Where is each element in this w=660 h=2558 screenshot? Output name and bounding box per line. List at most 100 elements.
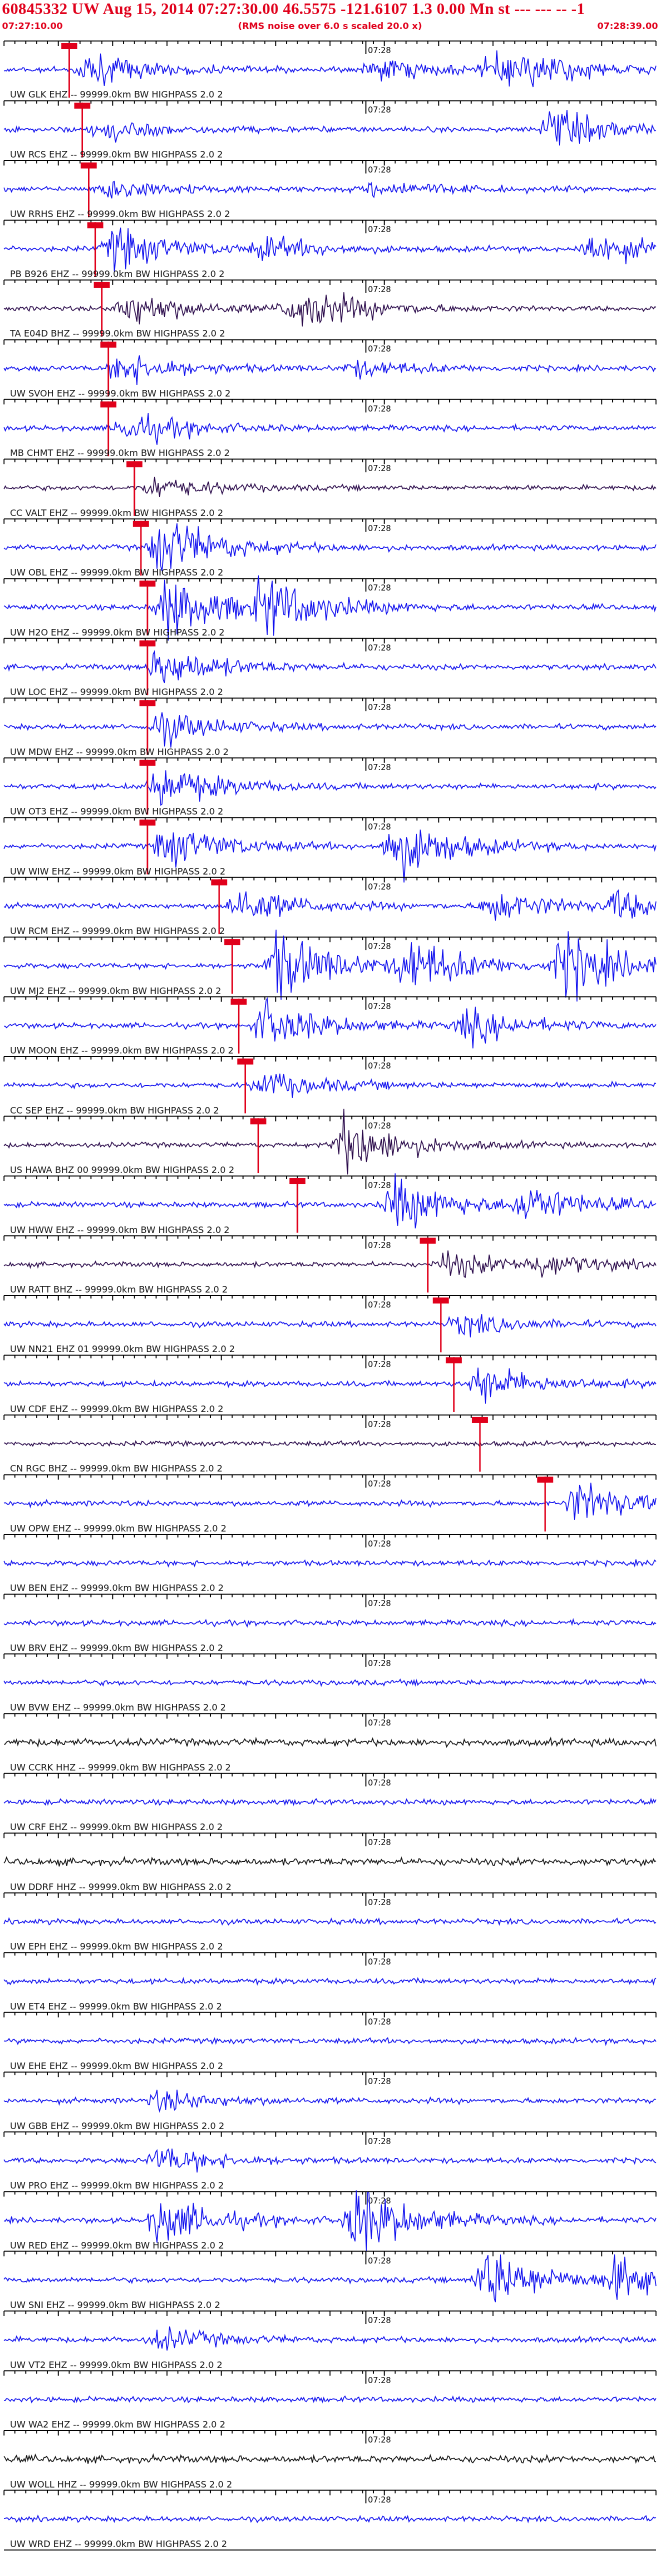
waveform [3, 523, 657, 572]
trace-39: 07:28 UW VT2 EHZ -- 99999.0km BW HIGHPASS… [3, 2310, 657, 2371]
trace-21: 07:28 UW RATT BHZ -- 99999.0km BW HIGHPAS… [3, 1235, 657, 1296]
trace-29: 07:28 UW CCRK HHZ -- 99999.0km BW HIGHPAS… [3, 1713, 657, 1773]
waveform [3, 2395, 657, 2404]
time-tick-label: 07:28 [368, 404, 391, 413]
trace-33: 07:28 UW ET4 EHZ -- 99999.0km BW HIGHPASS… [3, 1952, 657, 2012]
phase-pick-flag [74, 102, 91, 109]
trace-23: 07:28 UW CDF EHZ -- 99999.0km BW HIGHPASS… [3, 1354, 657, 1415]
trace-18: 07:28 CC SEP EHZ -- 99999.0km BW HIGHPASS… [3, 1056, 657, 1116]
waveform [3, 1976, 657, 1986]
station-label: UW BRV EHZ -- 99999.0km BW HIGHPASS 2.0 … [10, 1644, 223, 1654]
waveform [3, 1736, 657, 1749]
phase-pick-flag [139, 700, 156, 707]
station-label: UW OT3 EHZ -- 99999.0km BW HIGHPASS 2.0 … [10, 808, 223, 818]
station-label: TA E04D BHZ -- 99999.0km BW HIGHPASS 2.0… [9, 330, 225, 340]
time-tick-label: 07:28 [368, 1599, 391, 1608]
waveform [3, 1797, 657, 1807]
station-label: UW WIW EHZ -- 99999.0km BW HIGHPASS 2.0 … [10, 867, 226, 877]
time-tick-label: 07:28 [368, 1958, 391, 1967]
station-label: UW CCRK HHZ -- 99999.0km BW HIGHPASS 2.0… [10, 1763, 231, 1773]
time-tick-label: 07:28 [368, 1778, 391, 1787]
waveform [3, 770, 657, 806]
phase-pick-flag [237, 1058, 254, 1065]
waveform [3, 1073, 657, 1099]
waveform [3, 2148, 657, 2173]
phase-pick-flag [250, 1118, 267, 1125]
waveform [3, 355, 657, 386]
waveform [3, 1367, 657, 1404]
station-label: UW WA2 EHZ -- 99999.0km BW HIGHPASS 2.0 … [10, 2421, 225, 2431]
time-tick-label: 07:28 [368, 524, 391, 533]
station-label: UW BVW EHZ -- 99999.0km BW HIGHPASS 2.0 … [10, 1704, 226, 1714]
station-label: UW BEN EHZ -- 99999.0km BW HIGHPASS 2.0 … [10, 1584, 224, 1594]
phase-pick-flag [80, 162, 97, 169]
time-tick-label: 07:28 [368, 1181, 391, 1190]
station-label: UW SNI EHZ -- 99999.0km BW HIGHPASS 2.0 … [10, 2301, 220, 2311]
trace-12: 07:28 UW MDW EHZ -- 99999.0km BW HIGHPASS… [3, 697, 657, 758]
phase-pick-flag [100, 401, 117, 408]
time-tick-label: 07:28 [368, 464, 391, 473]
station-label: UW MOON EHZ -- 99999.0km BW HIGHPASS 2.0… [10, 1047, 234, 1057]
waveform [3, 649, 657, 684]
waveform [3, 1617, 657, 1628]
waveform [3, 1439, 657, 1449]
station-label: UW RED EHZ -- 99999.0km BW HIGHPASS 2.0 … [10, 2241, 224, 2251]
phase-pick-flag [93, 281, 110, 288]
waveform [3, 712, 657, 748]
waveform [3, 2089, 657, 2114]
phase-pick-flag [445, 1357, 462, 1364]
phase-pick-flag [139, 819, 156, 826]
time-tick-label: 07:28 [368, 2495, 391, 2504]
waveform [3, 1559, 657, 1568]
waveform [3, 1917, 657, 1927]
time-tick-label: 07:28 [368, 763, 391, 772]
time-tick-label: 07:28 [368, 942, 391, 951]
trace-40: 07:28 UW WA2 EHZ -- 99999.0km BW HIGHPASS… [3, 2370, 657, 2431]
station-label: UW CDF EHZ -- 99999.0km BW HIGHPASS 2.0 … [10, 1405, 223, 1415]
time-tick-label: 07:28 [368, 1301, 391, 1310]
station-label: UW DDRF HHZ -- 99999.0km BW HIGHPASS 2.0… [10, 1883, 231, 1893]
time-tick-label: 07:28 [368, 823, 391, 832]
phase-pick-flag [289, 1178, 306, 1185]
phase-pick-flag [126, 461, 143, 468]
waveform [3, 50, 657, 88]
station-label: UW RATT BHZ -- 99999.0km BW HIGHPASS 2.0… [10, 1286, 228, 1296]
waveform [3, 180, 657, 199]
station-label: UW LOC EHZ -- 99999.0km BW HIGHPASS 2.0 … [10, 688, 223, 698]
waveform [3, 1482, 657, 1520]
station-label: UW GLK EHZ -- 99999.0km BW HIGHPASS 2.0 … [10, 91, 223, 101]
station-label: UW MDW EHZ -- 99999.0km BW HIGHPASS 2.0 … [10, 748, 229, 758]
time-tick-label: 07:28 [368, 1002, 391, 1011]
trace-9: 07:28 UW OBL EHZ -- 99999.0km BW HIGHPASS… [3, 518, 657, 579]
phase-pick-flag [100, 341, 117, 348]
trace-28: 07:28 UW BVW EHZ -- 99999.0km BW HIGHPASS… [3, 1653, 657, 1714]
waveform [3, 1677, 657, 1688]
waveform [3, 2326, 657, 2351]
trace-34: 07:28 UW EHE EHZ -- 99999.0km BW HIGHPASS… [3, 2011, 657, 2072]
time-tick-label: 07:28 [368, 165, 391, 174]
waveform [3, 2254, 657, 2303]
time-tick-label: 07:28 [368, 2256, 391, 2265]
waveform [3, 2453, 657, 2465]
phase-pick-flag [432, 1297, 449, 1304]
phase-pick-flag [61, 43, 78, 49]
trace-11: 07:28 UW LOC EHZ -- 99999.0km BW HIGHPASS… [3, 637, 657, 698]
phase-pick-flag [211, 879, 228, 886]
trace-22: 07:28 UW NN21 EHZ 01 99999.0km BW HIGHPAS… [3, 1295, 657, 1355]
time-tick-label: 07:28 [368, 584, 391, 593]
trace-16: 07:28 UW MJ2 EHZ -- 99999.0km BW HIGHPASS… [3, 929, 657, 1002]
phase-pick-flag [139, 580, 156, 587]
time-tick-label: 07:28 [368, 643, 391, 652]
time-tick-label: 07:28 [368, 1539, 391, 1548]
waveform [3, 889, 657, 921]
station-label: CC SEP EHZ -- 99999.0km BW HIGHPASS 2.0 … [10, 1106, 219, 1116]
phase-pick-flag [230, 998, 247, 1005]
trace-32: 07:28 UW EPH EHZ -- 99999.0km BW HIGHPASS… [3, 1892, 657, 1953]
time-tick-label: 07:28 [368, 1659, 391, 1668]
waveform [3, 2036, 657, 2047]
time-tick-label: 07:28 [368, 1360, 391, 1369]
station-label: UW CRF EHZ -- 99999.0km BW HIGHPASS 2.0 … [10, 1823, 223, 1833]
time-tick-label: 07:28 [368, 1838, 391, 1847]
trace-19: 07:28 US HAWA BHZ 00 99999.0km BW HIGHPAS… [3, 1108, 657, 1176]
station-label: MB CHMT EHZ -- 99999.0km BW HIGHPASS 2.0… [10, 449, 230, 459]
